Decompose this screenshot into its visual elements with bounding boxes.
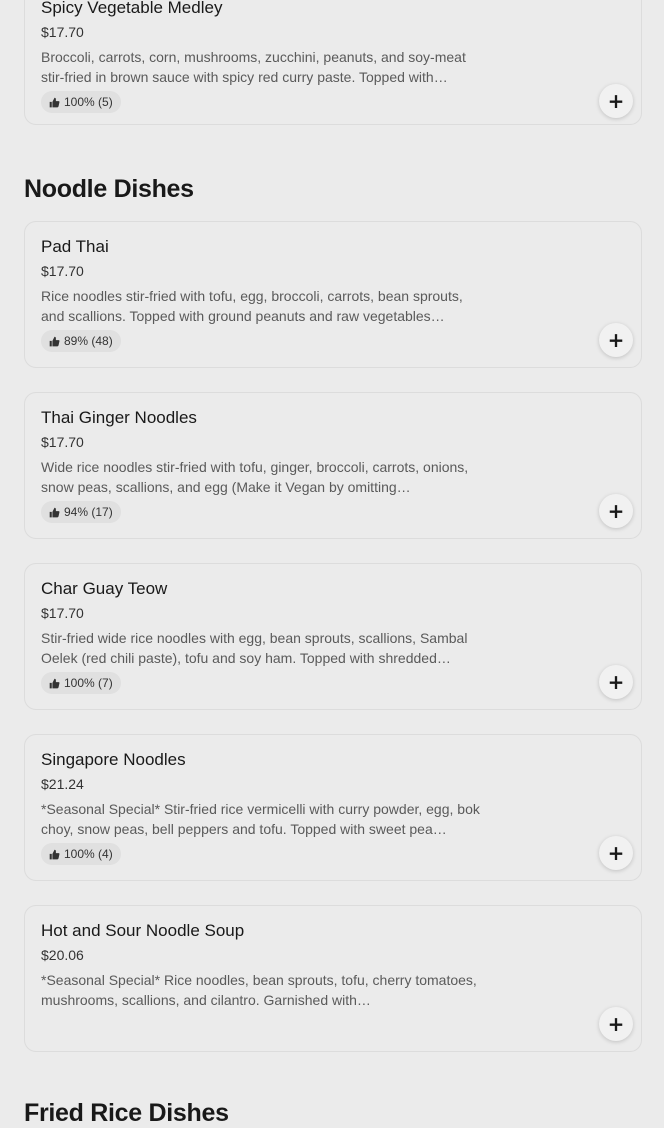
menu-item-card[interactable]: Char Guay Teow $17.70 Stir-fried wide ri…: [24, 563, 642, 710]
rating-badge: 100% (4): [41, 843, 121, 865]
menu-item-card[interactable]: Pad Thai $17.70 Rice noodles stir-fried …: [24, 221, 642, 368]
item-name: Singapore Noodles: [41, 750, 186, 769]
rating-badge: 100% (5): [41, 91, 121, 113]
thumbs-up-icon: [49, 336, 60, 346]
menu-item-card[interactable]: Singapore Noodles $21.24 *Seasonal Speci…: [24, 734, 642, 881]
menu-item-card[interactable]: Spicy Vegetable Medley $17.70 Broccoli, …: [24, 0, 642, 125]
item-price: $17.70: [41, 24, 84, 40]
item-description: *Seasonal Special* Rice noodles, bean sp…: [41, 972, 477, 1008]
add-to-cart-button[interactable]: +: [599, 665, 633, 699]
thumbs-up-icon: [49, 97, 60, 107]
item-price: $20.06: [41, 947, 84, 963]
thumbs-up-icon: [49, 678, 60, 688]
rating-value: 100% (5): [64, 95, 113, 109]
item-name: Hot and Sour Noodle Soup: [41, 921, 245, 940]
rating-badge: 100% (7): [41, 672, 121, 694]
item-price: $21.24: [41, 776, 84, 792]
item-price: $17.70: [41, 263, 84, 279]
plus-icon: +: [607, 1012, 625, 1036]
section-title: Fried Rice Dishes: [24, 1099, 229, 1127]
rating-value: 94% (17): [64, 505, 113, 519]
add-to-cart-button[interactable]: +: [599, 1007, 633, 1041]
menu-item-card[interactable]: Hot and Sour Noodle Soup $20.06 *Seasona…: [24, 905, 642, 1052]
item-name: Thai Ginger Noodles: [41, 408, 197, 427]
item-name: Char Guay Teow: [41, 579, 168, 598]
item-price: $17.70: [41, 605, 84, 621]
add-to-cart-button[interactable]: +: [599, 323, 633, 357]
item-name: Pad Thai: [41, 237, 109, 256]
menu-item-card[interactable]: Thai Ginger Noodles $17.70 Wide rice noo…: [24, 392, 642, 539]
plus-icon: +: [607, 89, 625, 113]
plus-icon: +: [607, 841, 625, 865]
section-title: Noodle Dishes: [24, 175, 194, 203]
item-description: Rice noodles stir-fried with tofu, egg, …: [41, 288, 463, 324]
item-name: Spicy Vegetable Medley: [41, 0, 223, 17]
item-price: $17.70: [41, 434, 84, 450]
item-description: *Seasonal Special* Stir-fried rice vermi…: [41, 801, 480, 837]
item-description: Stir-fried wide rice noodles with egg, b…: [41, 630, 468, 666]
plus-icon: +: [607, 328, 625, 352]
thumbs-up-icon: [49, 849, 60, 859]
add-to-cart-button[interactable]: +: [599, 84, 633, 118]
rating-badge: 89% (48): [41, 330, 121, 352]
plus-icon: +: [607, 499, 625, 523]
item-description: Broccoli, carrots, corn, mushrooms, zucc…: [41, 49, 466, 85]
add-to-cart-button[interactable]: +: [599, 494, 633, 528]
item-description: Wide rice noodles stir-fried with tofu, …: [41, 459, 469, 495]
thumbs-up-icon: [49, 507, 60, 517]
rating-value: 100% (7): [64, 676, 113, 690]
rating-value: 89% (48): [64, 334, 113, 348]
plus-icon: +: [607, 670, 625, 694]
add-to-cart-button[interactable]: +: [599, 836, 633, 870]
rating-value: 100% (4): [64, 847, 113, 861]
rating-badge: 94% (17): [41, 501, 121, 523]
